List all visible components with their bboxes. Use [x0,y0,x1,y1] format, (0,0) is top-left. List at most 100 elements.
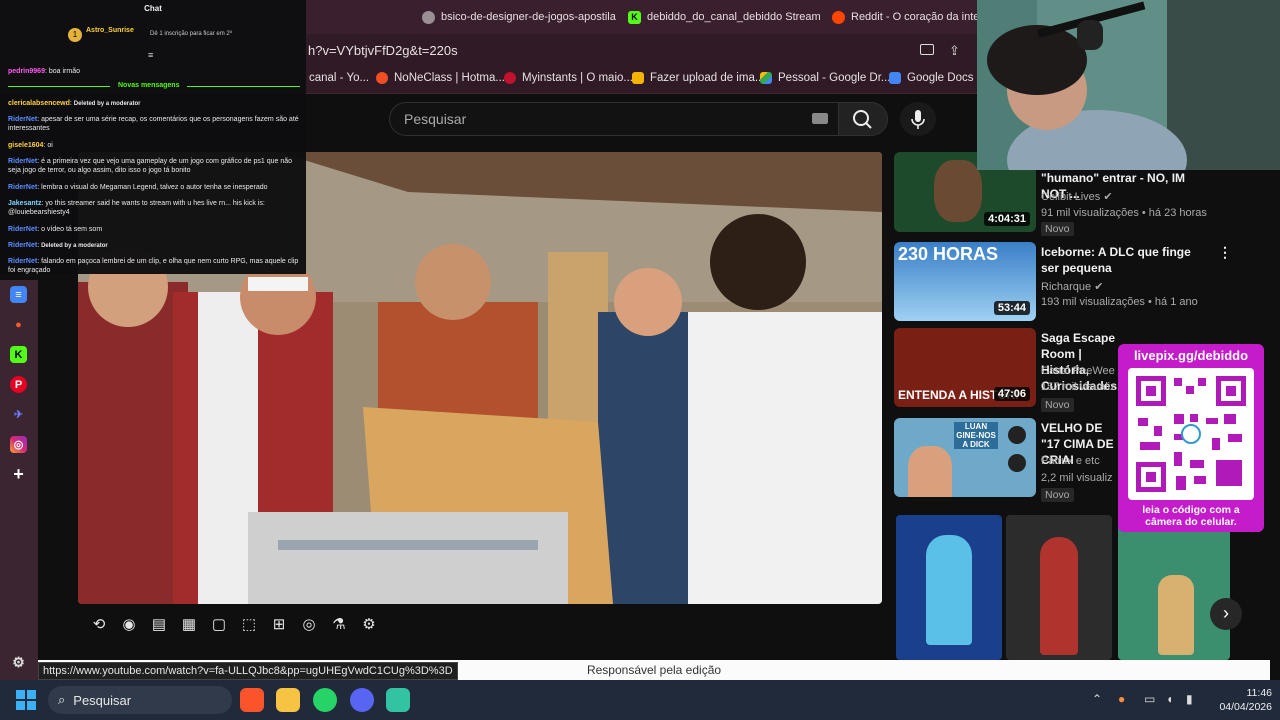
whatsapp-icon[interactable] [313,688,337,712]
new-badge: Novo [1041,222,1074,236]
chevron-up-icon[interactable]: ⌃ [1092,692,1102,706]
stream-chat-overlay: Chat 1 Astro_Sunrise Dê 1 inscrição para… [0,0,306,274]
clapper-icon[interactable]: ▦ [178,614,200,634]
video-duration: 47:06 [993,387,1030,401]
battery-icon[interactable]: ▮ [1186,692,1193,706]
camera-icon[interactable]: ◎ [298,614,320,634]
mic-icon[interactable]: ● [1118,692,1125,706]
globe-icon [422,10,435,24]
kick-sidebar-icon[interactable]: K [10,346,27,363]
filter-icon[interactable]: ≡ [148,50,153,60]
files-icon[interactable] [276,688,300,712]
taskbar-clock[interactable]: 11:46 04/04/2026 [1200,686,1272,714]
windows-start-icon[interactable] [16,690,36,710]
chat-title: Chat [144,4,162,13]
myinstants-icon [504,72,516,84]
link-status-url: https://www.youtube.com/watch?v=fa-ULLQJ… [38,662,458,680]
webcam-feed [977,0,1280,170]
recommendation-channel[interactable]: Canal PeeWee [1041,365,1115,377]
recommendation-meta: 2,2 mil visualiz [1041,472,1113,484]
search-input[interactable]: Pesquisar [389,102,839,136]
captions-icon[interactable]: ▤ [148,614,170,634]
broadcast-icon[interactable]: ◉ [118,614,140,634]
livepix-caption: leia o código com a câmera do celular. [1142,504,1240,528]
recommendation-meta: 193 mil visualizações • há 1 ano [1041,296,1198,308]
instagram-icon[interactable]: ◎ [10,436,27,453]
livepix-qr-panel: livepix.gg/debiddo leia o código com a c… [1118,344,1264,532]
new-badge: Novo [1041,488,1074,502]
bookmark-item[interactable]: Pessoal - Google Dr... [760,72,891,84]
add-icon[interactable]: ⊞ [268,614,290,634]
add-to-queue-icon[interactable] [1008,454,1026,472]
search-icon: ⌕ [58,692,66,707]
add-icon[interactable]: + [10,464,27,484]
video-duration: 53:44 [993,301,1030,315]
thumbnail-text: 230 HORAS [898,244,999,264]
docs-sidebar-icon[interactable]: ≡ [10,286,27,303]
loop-icon[interactable]: ⟲ [88,614,110,634]
verified-icon: ✔ [1094,281,1104,293]
verified-icon: ✔ [1103,191,1113,203]
messenger-icon[interactable]: ✈ [10,406,27,423]
short-thumbnail[interactable] [1118,515,1230,660]
cast-icon[interactable] [920,44,934,55]
recommendation-meta: 91 mil visualizações • há 23 horas [1041,207,1207,219]
streamlabs-icon[interactable] [386,688,410,712]
recommendation-title[interactable]: Iceborne: A DLC que finge ser pequena [1041,244,1211,276]
settings-icon[interactable]: ⚙ [10,654,27,671]
settings-icon[interactable]: ⚙ [358,614,380,634]
recommendation-thumbnail[interactable]: 230 HORAS 53:44 [894,242,1036,321]
sub-goal-note: Dê 1 inscrição para ficar em 2º [150,31,232,37]
upload-icon [632,72,644,84]
browser-tab[interactable]: Reddit - O coração da intern [832,8,989,26]
recommendation-channel[interactable]: Richarque ✔ [1041,280,1103,293]
hotmart-sidebar-icon[interactable]: ● [10,316,27,333]
voice-search-button[interactable] [900,102,936,136]
bookmark-item[interactable]: NoNeClass | Hotma... [376,72,505,84]
browser-tab[interactable]: K debiddo_do_canal_debiddo Stream [628,8,821,26]
qr-code-icon [1136,376,1246,492]
recommendation-thumbnail[interactable]: LUAN GINE-NOS A DICK [894,418,1036,497]
search-icon [853,110,872,129]
share-icon[interactable]: ⇪ [949,43,960,59]
thumbnail-text: LUAN GINE-NOS A DICK [954,422,998,449]
theater-icon[interactable]: ▢ [208,614,230,634]
keyboard-icon[interactable] [812,113,828,124]
hotmart-icon [376,72,388,84]
short-thumbnail[interactable] [896,515,1002,660]
flask-icon[interactable]: ⚗ [328,614,350,634]
clock-date: 04/04/2026 [1219,701,1272,713]
bookmark-item[interactable]: canal - Yo... [309,72,369,84]
discord-icon[interactable] [350,688,374,712]
qr-code [1128,368,1254,500]
sub-leader-name: Astro_Sunrise [86,27,134,34]
address-bar-url[interactable]: h?v=VYbtjvFfD2g&t=220s [308,43,458,58]
recommendation-channel[interactable]: Patrux e etc [1041,455,1100,467]
mic-icon [911,110,925,129]
network-icon[interactable]: ▭ [1144,692,1155,706]
pinterest-icon[interactable]: P [10,376,27,393]
next-arrow-icon[interactable]: › [1210,598,1242,630]
recommendation-channel[interactable]: Cellbit Lives ✔ [1041,190,1113,203]
volume-icon[interactable]: ◖ [1166,692,1173,706]
recommendation-thumbnail[interactable]: ENTENDA A HISTÓRI 47:06 [894,328,1036,407]
more-options-icon[interactable]: ⋮ [1218,244,1232,261]
reddit-icon [832,10,845,24]
docs-icon [889,72,901,84]
browser-tab[interactable]: bsico-de-designer-de-jogos-apostila [422,8,616,26]
rank-badge-icon: 1 [68,28,82,42]
video-duration: 4:04:31 [984,212,1030,226]
search-button[interactable] [838,102,888,136]
bookmark-item[interactable]: Myinstants | O maio... [504,72,633,84]
webcam-overlay [977,0,1280,170]
bookmark-item[interactable]: Fazer upload de ima... [632,72,764,84]
livepix-title: livepix.gg/debiddo [1133,348,1249,363]
taskbar-search[interactable]: ⌕ Pesquisar [48,686,232,714]
clock-time: 11:46 [1246,687,1273,699]
watch-later-icon[interactable] [1008,426,1026,444]
recommendation-meta: 157 mil visualiz [1041,381,1116,393]
short-thumbnail[interactable] [1006,515,1112,660]
brave-icon[interactable] [240,688,264,712]
miniplayer-icon[interactable]: ⬚ [238,614,260,634]
bookmark-item[interactable]: Google Docs [889,72,973,84]
